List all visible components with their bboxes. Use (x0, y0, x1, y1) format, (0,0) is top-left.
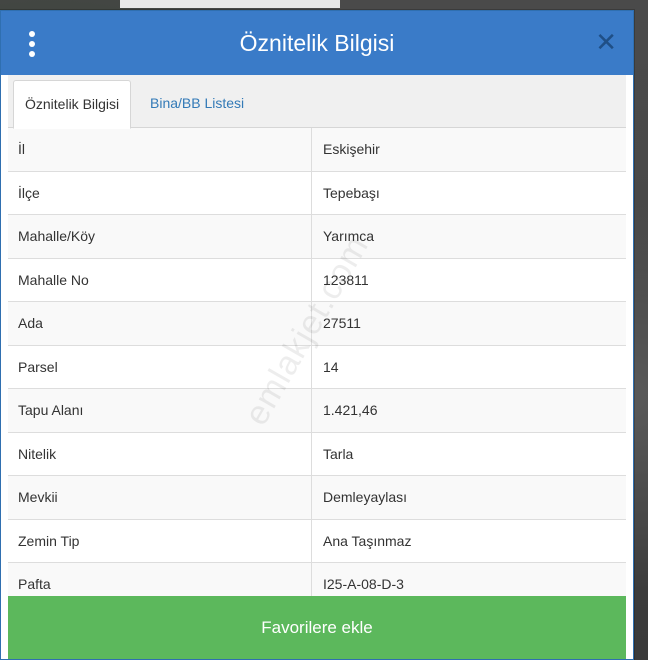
row-label: Nitelik (8, 432, 312, 475)
row-label: Ada (8, 302, 312, 345)
table-row: İlçe Tepebaşı (8, 171, 626, 215)
row-label: Parsel (8, 345, 312, 388)
map-toolbar-strip (120, 0, 340, 8)
row-value: 123811 (323, 271, 369, 288)
table-row: Mahalle No 123811 (8, 258, 626, 302)
add-to-favorites-button[interactable]: Favorilere ekle (8, 596, 626, 659)
table-row: Parsel 14 (8, 345, 626, 389)
close-icon[interactable]: ✕ (595, 29, 617, 55)
tab-attribute-info[interactable]: Öznitelik Bilgisi (13, 80, 132, 129)
table-row: Mahalle/Köy Yarımca (8, 215, 626, 259)
row-label: Mahalle No (8, 258, 312, 301)
attribute-info-dialog: Öznitelik Bilgisi ✕ Öznitelik Bilgisi Bi… (0, 10, 634, 660)
kebab-menu-icon[interactable] (27, 31, 37, 57)
row-value: Demleyaylası (323, 489, 408, 506)
table-row: Mevkii Demleyaylası (8, 476, 626, 520)
table-row: İl Eskişehir (8, 128, 626, 172)
row-value: Yarımca (323, 228, 375, 245)
tab-building-list[interactable]: Bina/BB Listesi (139, 80, 255, 127)
table-row: Ada 27511 (8, 302, 626, 346)
row-label: Mahalle/Köy (8, 215, 312, 258)
row-label: Zemin Tip (8, 519, 312, 562)
row-value: Eskişehir (323, 141, 380, 158)
row-label: İl (8, 128, 312, 171)
attribute-table: İl Eskişehir İlçe Tepebaşı Mahalle/Köy Y… (8, 128, 626, 607)
table-row: Tapu Alanı 1.421,46 (8, 389, 626, 433)
row-label: Tapu Alanı (8, 389, 312, 432)
dialog-header: Öznitelik Bilgisi ✕ (1, 11, 633, 75)
row-label: İlçe (8, 171, 312, 214)
row-label: Mevkii (8, 476, 312, 519)
tab-bar: Öznitelik Bilgisi Bina/BB Listesi (8, 75, 626, 129)
table-row: Zemin Tip Ana Taşınmaz (8, 519, 626, 563)
row-value: Tarla (323, 445, 354, 462)
row-value: 1.421,46 (323, 402, 378, 419)
dialog-title: Öznitelik Bilgisi (239, 29, 395, 56)
row-value: Ana Taşınmaz (323, 532, 412, 549)
row-value: 27511 (323, 315, 361, 332)
row-value: Tepebaşı (323, 184, 380, 201)
row-value: 14 (323, 358, 339, 375)
table-row: Nitelik Tarla (8, 432, 626, 476)
